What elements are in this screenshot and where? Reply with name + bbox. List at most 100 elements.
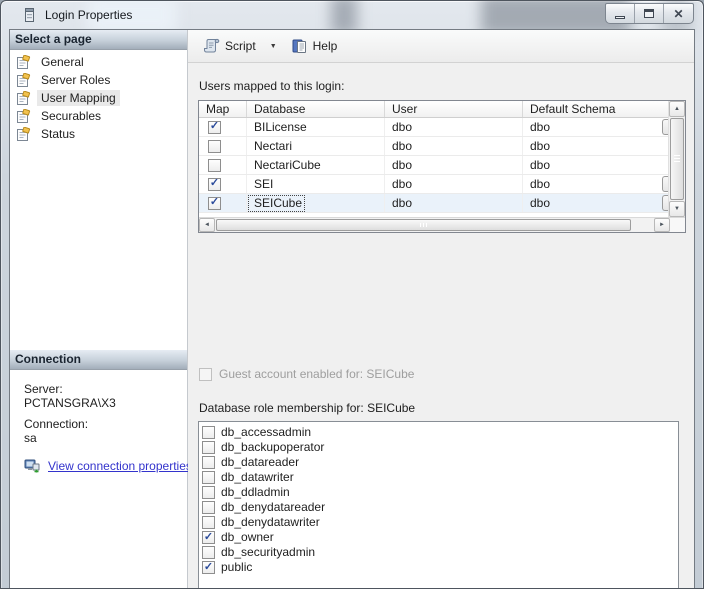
database-cell[interactable]: NectariCube (247, 156, 385, 174)
user-cell[interactable]: dbo (385, 156, 523, 174)
role-checkbox[interactable] (202, 546, 215, 559)
database-cell[interactable]: Nectari (247, 137, 385, 155)
role-list-item[interactable]: db_ddladmin (199, 485, 678, 500)
role-checkbox[interactable] (202, 456, 215, 469)
map-cell (199, 175, 247, 193)
sidebar-item-status[interactable]: Status (10, 125, 187, 143)
default-schema-cell[interactable]: dbo (523, 118, 668, 136)
map-checkbox[interactable] (208, 159, 221, 172)
role-checkbox[interactable] (202, 471, 215, 484)
user-value: dbo (385, 137, 416, 155)
sidebar-item-securables[interactable]: Securables (10, 107, 187, 125)
table-row[interactable]: Nectari dbo dbo (199, 137, 668, 156)
script-dropdown-arrow[interactable]: ▼ (266, 43, 281, 50)
role-checkbox[interactable] (202, 531, 215, 544)
column-header-map[interactable]: Map (199, 101, 247, 117)
default-schema-value: dbo (523, 118, 554, 136)
scroll-down-button[interactable]: ▼ (669, 201, 685, 217)
role-checkbox[interactable] (202, 561, 215, 574)
minimize-icon (615, 16, 625, 19)
sidebar-item-label: User Mapping (37, 90, 120, 106)
role-list-item[interactable]: db_datareader (199, 455, 678, 470)
role-list-item[interactable]: db_datawriter (199, 470, 678, 485)
column-header-default-schema[interactable]: Default Schema (523, 101, 668, 117)
horizontal-scroll-thumb[interactable] (216, 219, 631, 231)
role-name: db_accessadmin (221, 426, 311, 439)
role-list-item[interactable]: db_owner (199, 530, 678, 545)
ellipsis-button[interactable] (662, 119, 668, 135)
database-value: BILicense (247, 118, 311, 136)
horizontal-scrollbar[interactable]: ◄ ► (199, 218, 670, 232)
role-checkbox[interactable] (202, 516, 215, 529)
role-list-item[interactable]: public (199, 560, 678, 575)
title-bar[interactable]: Login Properties ✕ (1, 1, 703, 29)
maximize-button[interactable] (635, 4, 664, 23)
role-checkbox[interactable] (202, 426, 215, 439)
table-row[interactable]: NectariCube dbo dbo (199, 156, 668, 175)
scroll-up-button[interactable]: ▲ (669, 101, 685, 117)
role-name: db_owner (221, 531, 274, 544)
role-list-item[interactable]: db_denydatawriter (199, 515, 678, 530)
role-checkbox[interactable] (202, 486, 215, 499)
database-cell[interactable]: BILicense (247, 118, 385, 136)
guest-account-label: Guest account enabled for: SEICube (219, 367, 414, 381)
user-cell[interactable]: dbo (385, 175, 523, 193)
default-schema-value: dbo (523, 156, 554, 174)
scroll-right-button[interactable]: ► (654, 218, 670, 232)
default-schema-cell[interactable]: dbo (523, 137, 668, 155)
user-cell[interactable]: dbo (385, 137, 523, 155)
thumb-gripper (420, 223, 427, 227)
default-schema-cell[interactable]: dbo (523, 156, 668, 174)
map-checkbox[interactable] (208, 121, 221, 134)
role-list-item[interactable]: db_accessadmin (199, 425, 678, 440)
role-list-item[interactable]: db_backupoperator (199, 440, 678, 455)
map-checkbox[interactable] (208, 140, 221, 153)
ellipsis-button[interactable] (662, 195, 668, 211)
server-value: PCTANSGRA\X3 (24, 396, 181, 410)
role-checkbox[interactable] (202, 501, 215, 514)
role-list-item[interactable]: db_denydatareader (199, 500, 678, 515)
guest-account-row: Guest account enabled for: SEICube (199, 367, 414, 381)
vertical-scrollbar[interactable]: ▲ ▼ (668, 101, 685, 217)
network-computer-icon (24, 458, 41, 474)
user-value: dbo (385, 194, 416, 212)
minimize-button[interactable] (606, 4, 635, 23)
table-row[interactable]: SEICube dbo dbo (199, 194, 668, 213)
database-cell[interactable]: SEICube (247, 194, 385, 212)
user-cell[interactable]: dbo (385, 194, 523, 212)
close-button[interactable]: ✕ (664, 4, 693, 23)
vertical-scroll-thumb[interactable] (670, 118, 684, 200)
scroll-left-button[interactable]: ◄ (199, 218, 215, 232)
property-page-icon (16, 55, 32, 70)
ellipsis-button[interactable] (662, 176, 668, 192)
sidebar-item-user-mapping[interactable]: User Mapping (10, 89, 187, 107)
map-cell (199, 194, 247, 212)
user-value: dbo (385, 175, 416, 193)
page-list: General Server Roles User Mapping (10, 50, 187, 143)
maximize-icon (644, 9, 654, 18)
users-mapped-label: Users mapped to this login: (199, 79, 344, 93)
column-header-database[interactable]: Database (247, 101, 385, 117)
role-list-item[interactable]: db_securityadmin (199, 545, 678, 560)
role-checkbox[interactable] (202, 441, 215, 454)
column-header-user[interactable]: User (385, 101, 523, 117)
connection-panel: Server: PCTANSGRA\X3 Connection: sa (10, 370, 187, 589)
map-checkbox[interactable] (208, 178, 221, 191)
help-button[interactable]: Help (285, 34, 344, 58)
user-cell[interactable]: dbo (385, 118, 523, 136)
sidebar-item-general[interactable]: General (10, 53, 187, 71)
default-schema-cell[interactable]: dbo (523, 194, 668, 212)
sidebar-spacer (10, 143, 187, 350)
table-row[interactable]: SEI dbo dbo (199, 175, 668, 194)
database-cell[interactable]: SEI (247, 175, 385, 193)
sidebar-item-server-roles[interactable]: Server Roles (10, 71, 187, 89)
map-checkbox[interactable] (208, 197, 221, 210)
view-connection-properties-link[interactable]: View connection properties (48, 459, 192, 473)
role-name: db_denydatareader (221, 501, 325, 514)
table-row[interactable]: BILicense dbo dbo (199, 118, 668, 137)
select-page-header: Select a page (10, 30, 187, 50)
default-schema-cell[interactable]: dbo (523, 175, 668, 193)
user-mapping-grid: Map Database User Default Schema BILicen… (198, 100, 686, 233)
script-button[interactable]: Script (197, 34, 262, 58)
default-schema-value: dbo (523, 137, 554, 155)
